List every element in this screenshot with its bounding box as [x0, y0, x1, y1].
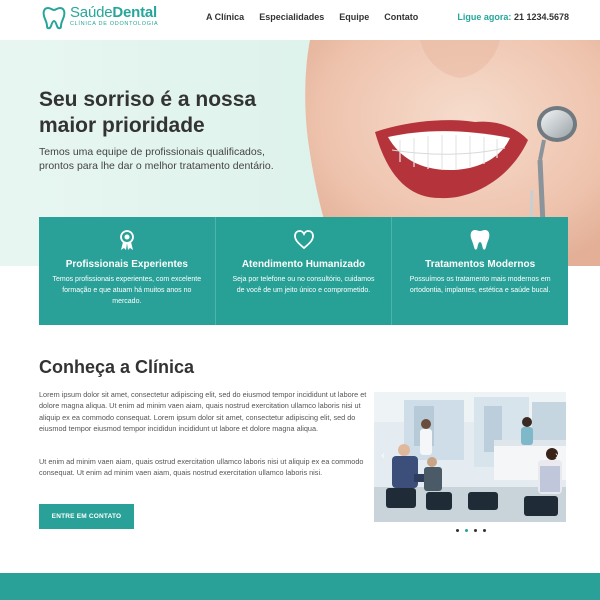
brand-tagline: CLÍNICA DE ODONTOLOGIA [70, 21, 159, 27]
main-nav: A Clínica Especialidades Equipe Contato [206, 12, 418, 22]
heart-icon [293, 230, 314, 250]
about-title: Conheça a Clínica [39, 357, 195, 377]
carousel-dot[interactable] [474, 529, 477, 532]
carousel-dot[interactable] [456, 529, 459, 532]
hero-text: Temos uma equipe de profissionais qualif… [39, 146, 274, 173]
feature-text: Seja por telefone ou no consultório, cui… [232, 276, 375, 294]
tooth-icon [470, 230, 490, 250]
tooth-logo-icon [42, 6, 66, 30]
about-paragraph-1: Lorem ipsum dolor sit amet, consectetur … [39, 390, 367, 433]
phone-cta[interactable]: Ligue agora: 21 1234.5678 [457, 12, 569, 22]
carousel-next-arrow[interactable]: › [552, 449, 562, 463]
carousel-dot[interactable] [483, 529, 486, 532]
clinic-carousel: ‹ › [374, 392, 566, 522]
about-paragraph-2: Ut enim ad minim vaen aiam, quais ostrud… [39, 457, 364, 478]
site-header: SaúdeDental CLÍNICA DE ODONTOLOGIA A Clí… [0, 0, 600, 40]
contact-button[interactable]: ENTRE EM CONTATO [39, 504, 134, 529]
feature-title: Profissionais Experientes [65, 259, 188, 270]
feature-card: Profissionais Experientes Temos profissi… [39, 217, 215, 325]
feature-title: Tratamentos Modernos [425, 259, 536, 270]
features-band: Profissionais Experientes Temos profissi… [39, 217, 569, 325]
nav-item-equipe[interactable]: Equipe [339, 12, 369, 22]
feature-title: Atendimento Humanizado [241, 259, 366, 270]
feature-card: Atendimento Humanizado Seja por telefone… [214, 217, 392, 325]
carousel-dots [456, 529, 486, 532]
nav-item-especialidades[interactable]: Especialidades [259, 12, 324, 22]
feature-text: Temos profissionais experientes, com exc… [52, 276, 202, 305]
footer-band [0, 573, 600, 600]
brand-name-light: Saúde [70, 4, 113, 21]
brand-name-bold: Dental [112, 4, 158, 21]
phone-number: 21 1234.5678 [513, 12, 569, 22]
logo[interactable]: SaúdeDental CLÍNICA DE ODONTOLOGIA [41, 5, 158, 31]
clinic-photo [374, 392, 566, 522]
feature-card: Tratamentos Modernos Possuímos os tratam… [391, 217, 569, 325]
phone-label: Ligue agora: [457, 12, 512, 22]
carousel-prev-arrow[interactable]: ‹ [378, 449, 388, 463]
hero-title: Seu sorriso é a nossa maior prioridade [39, 88, 257, 138]
feature-text: Possuímos os tratamento mais modernos em… [409, 276, 551, 294]
nav-item-contato[interactable]: Contato [384, 12, 418, 22]
nav-item-a-clinica[interactable]: A Clínica [206, 12, 244, 22]
carousel-dot[interactable] [465, 529, 468, 532]
award-ribbon-icon [119, 230, 134, 250]
